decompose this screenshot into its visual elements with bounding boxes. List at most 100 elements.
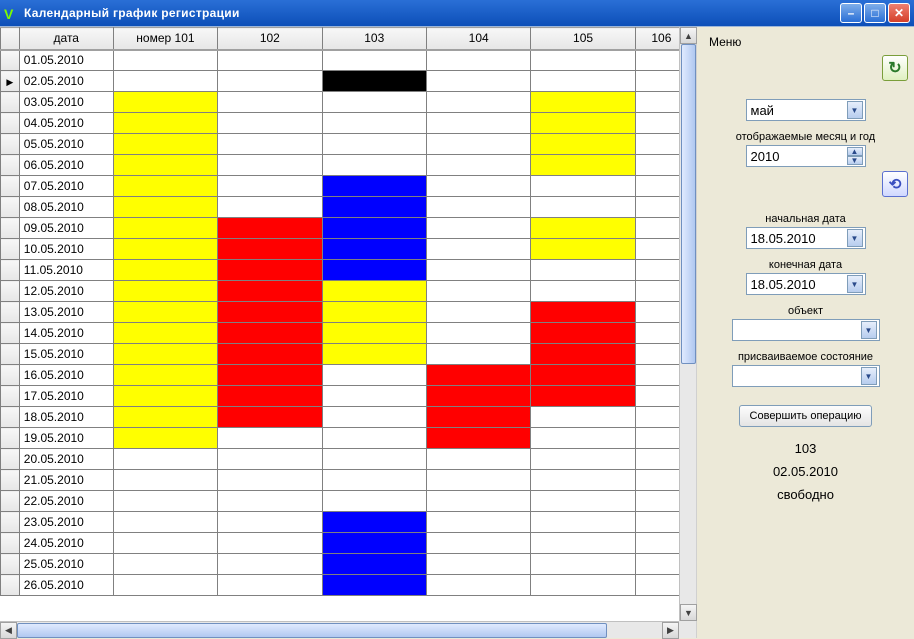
status-cell[interactable] bbox=[113, 197, 217, 218]
status-cell[interactable] bbox=[113, 449, 217, 470]
status-cell[interactable] bbox=[531, 134, 635, 155]
column-header[interactable]: 102 bbox=[218, 28, 322, 50]
status-cell[interactable] bbox=[218, 92, 322, 113]
status-cell[interactable] bbox=[113, 575, 217, 596]
status-cell[interactable] bbox=[218, 428, 322, 449]
row-header[interactable] bbox=[1, 428, 20, 449]
status-cell[interactable] bbox=[531, 197, 635, 218]
date-cell[interactable]: 09.05.2010 bbox=[19, 218, 113, 239]
table-row[interactable]: 26.05.2010 bbox=[1, 575, 688, 596]
status-cell[interactable] bbox=[113, 113, 217, 134]
date-cell[interactable]: 05.05.2010 bbox=[19, 134, 113, 155]
status-cell[interactable] bbox=[531, 176, 635, 197]
year-input[interactable]: 2010 ▲ ▼ bbox=[746, 145, 866, 167]
status-cell[interactable] bbox=[113, 470, 217, 491]
status-cell[interactable] bbox=[322, 470, 426, 491]
status-cell[interactable] bbox=[426, 575, 530, 596]
date-cell[interactable]: 23.05.2010 bbox=[19, 512, 113, 533]
status-cell[interactable] bbox=[531, 302, 635, 323]
status-cell[interactable] bbox=[322, 575, 426, 596]
status-cell[interactable] bbox=[113, 428, 217, 449]
date-cell[interactable]: 21.05.2010 bbox=[19, 470, 113, 491]
status-cell[interactable] bbox=[113, 176, 217, 197]
status-cell[interactable] bbox=[426, 512, 530, 533]
date-cell[interactable]: 24.05.2010 bbox=[19, 533, 113, 554]
status-cell[interactable] bbox=[322, 281, 426, 302]
date-cell[interactable]: 07.05.2010 bbox=[19, 176, 113, 197]
status-cell[interactable] bbox=[322, 134, 426, 155]
status-cell[interactable] bbox=[322, 344, 426, 365]
minimize-button[interactable]: – bbox=[840, 3, 862, 23]
dropdown-arrow-icon[interactable]: ▼ bbox=[847, 275, 863, 293]
table-row[interactable]: 14.05.2010 bbox=[1, 323, 688, 344]
status-cell[interactable] bbox=[218, 239, 322, 260]
date-cell[interactable]: 04.05.2010 bbox=[19, 113, 113, 134]
dropdown-arrow-icon[interactable]: ▼ bbox=[861, 367, 877, 385]
row-header[interactable] bbox=[1, 50, 20, 71]
status-cell[interactable] bbox=[218, 512, 322, 533]
date-cell[interactable]: 22.05.2010 bbox=[19, 491, 113, 512]
status-cell[interactable] bbox=[113, 491, 217, 512]
row-header[interactable] bbox=[1, 533, 20, 554]
row-header[interactable] bbox=[1, 449, 20, 470]
status-cell[interactable] bbox=[113, 134, 217, 155]
table-row[interactable]: 17.05.2010 bbox=[1, 386, 688, 407]
status-cell[interactable] bbox=[322, 176, 426, 197]
column-header[interactable]: 104 bbox=[426, 28, 530, 50]
scroll-left-arrow[interactable]: ◀ bbox=[0, 622, 17, 639]
table-row[interactable]: 22.05.2010 bbox=[1, 491, 688, 512]
status-cell[interactable] bbox=[426, 533, 530, 554]
dropdown-arrow-icon[interactable]: ▼ bbox=[847, 229, 863, 247]
object-select[interactable]: ▼ bbox=[732, 319, 880, 341]
status-cell[interactable] bbox=[322, 386, 426, 407]
status-cell[interactable] bbox=[531, 449, 635, 470]
status-cell[interactable] bbox=[322, 407, 426, 428]
month-select[interactable]: май ▼ bbox=[746, 99, 866, 121]
table-row[interactable]: 07.05.2010 bbox=[1, 176, 688, 197]
horizontal-scrollbar[interactable]: ◀ ▶ bbox=[0, 621, 679, 638]
status-cell[interactable] bbox=[113, 344, 217, 365]
start-date-select[interactable]: 18.05.2010 ▼ bbox=[746, 227, 866, 249]
column-header[interactable]: 103 bbox=[322, 28, 426, 50]
status-cell[interactable] bbox=[113, 239, 217, 260]
row-header[interactable] bbox=[1, 134, 20, 155]
status-cell[interactable] bbox=[113, 533, 217, 554]
table-row[interactable]: 09.05.2010 bbox=[1, 218, 688, 239]
row-header[interactable] bbox=[1, 218, 20, 239]
status-cell[interactable] bbox=[113, 281, 217, 302]
table-row[interactable]: 01.05.2010 bbox=[1, 50, 688, 71]
status-cell[interactable] bbox=[531, 512, 635, 533]
date-cell[interactable]: 18.05.2010 bbox=[19, 407, 113, 428]
table-row[interactable]: 23.05.2010 bbox=[1, 512, 688, 533]
table-row[interactable]: 04.05.2010 bbox=[1, 113, 688, 134]
date-cell[interactable]: 12.05.2010 bbox=[19, 281, 113, 302]
status-cell[interactable] bbox=[218, 554, 322, 575]
status-cell[interactable] bbox=[322, 323, 426, 344]
refresh-button[interactable]: ↻ bbox=[882, 55, 908, 81]
date-cell[interactable]: 03.05.2010 bbox=[19, 92, 113, 113]
date-cell[interactable]: 11.05.2010 bbox=[19, 260, 113, 281]
status-cell[interactable] bbox=[218, 218, 322, 239]
status-cell[interactable] bbox=[113, 260, 217, 281]
table-row[interactable]: 25.05.2010 bbox=[1, 554, 688, 575]
maximize-button[interactable]: □ bbox=[864, 3, 886, 23]
status-cell[interactable] bbox=[531, 113, 635, 134]
apply-period-button[interactable]: ⟲ bbox=[882, 171, 908, 197]
status-cell[interactable] bbox=[426, 260, 530, 281]
status-cell[interactable] bbox=[531, 365, 635, 386]
status-cell[interactable] bbox=[531, 323, 635, 344]
row-header[interactable] bbox=[1, 281, 20, 302]
status-cell[interactable] bbox=[426, 92, 530, 113]
table-row[interactable]: 20.05.2010 bbox=[1, 449, 688, 470]
column-header[interactable]: 105 bbox=[531, 28, 635, 50]
status-cell[interactable] bbox=[426, 365, 530, 386]
status-cell[interactable] bbox=[531, 533, 635, 554]
status-cell[interactable] bbox=[113, 554, 217, 575]
table-row[interactable]: 12.05.2010 bbox=[1, 281, 688, 302]
table-row[interactable]: 05.05.2010 bbox=[1, 134, 688, 155]
row-header[interactable] bbox=[1, 491, 20, 512]
status-cell[interactable] bbox=[531, 554, 635, 575]
status-cell[interactable] bbox=[322, 197, 426, 218]
status-cell[interactable] bbox=[426, 407, 530, 428]
status-cell[interactable] bbox=[531, 386, 635, 407]
